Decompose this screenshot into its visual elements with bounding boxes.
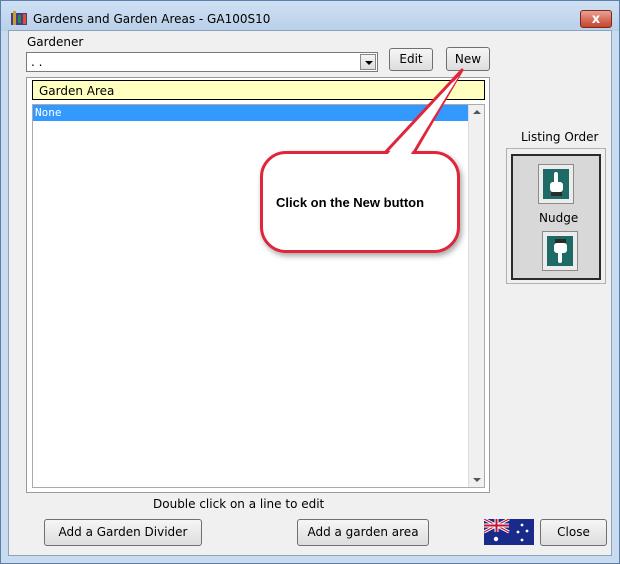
callout-text: Click on the New button bbox=[276, 195, 425, 210]
callout-pointer-cover bbox=[385, 76, 459, 157]
